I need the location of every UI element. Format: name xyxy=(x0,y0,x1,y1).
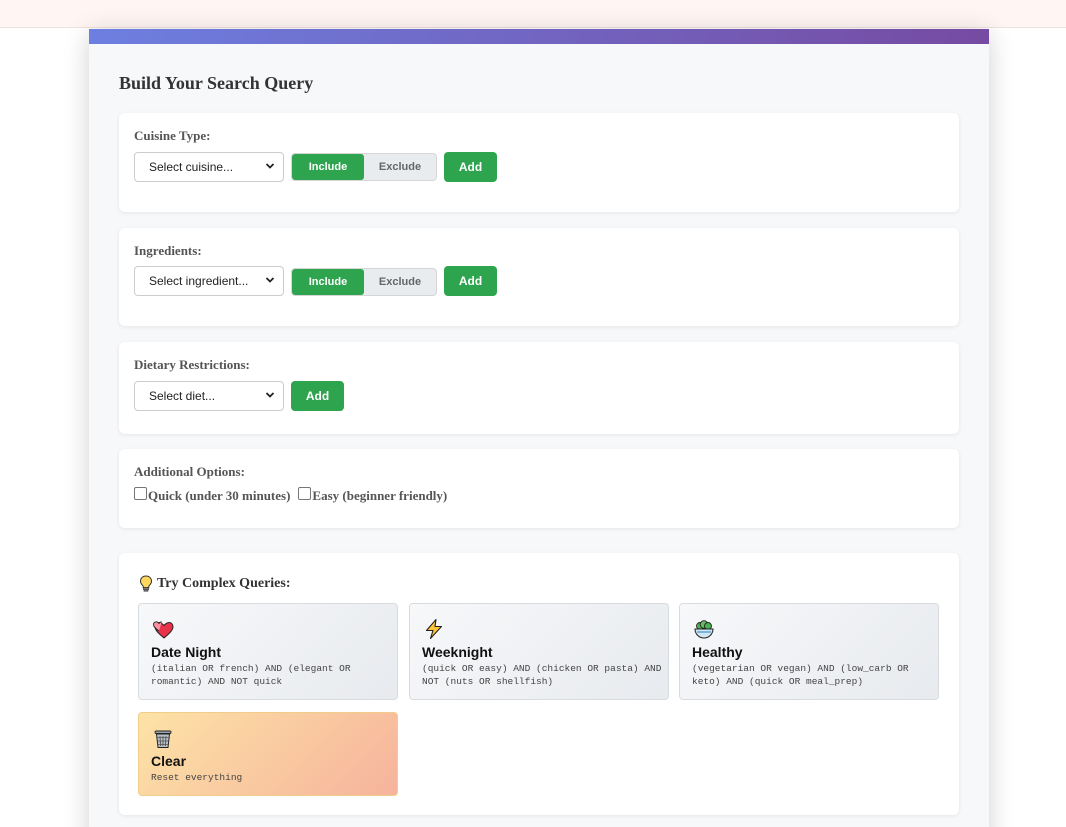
example-clear[interactable]: Clear Reset everything xyxy=(138,712,398,796)
quick-checkbox[interactable] xyxy=(134,486,147,500)
cuisine-include-exclude-toggle: Include Exclude xyxy=(291,153,437,181)
salad-icon xyxy=(694,620,714,639)
chevron-down-icon xyxy=(265,163,275,169)
example-query: (quick OR easy) AND (chicken OR pasta) A… xyxy=(422,663,662,687)
section-title: Build Your Search Query xyxy=(119,73,314,93)
examples-card: Try Complex Queries: Date Night (italian… xyxy=(119,553,959,815)
ingredient-select-value: Select ingredient... xyxy=(149,274,249,288)
chevron-down-icon xyxy=(265,392,275,398)
cuisine-include-option[interactable]: Include xyxy=(292,154,364,180)
easy-label: Easy (beginner friendly) xyxy=(312,488,448,503)
example-query: Reset everything xyxy=(151,772,243,783)
options-row: Quick (under 30 minutes) Easy (beginner … xyxy=(134,486,448,504)
search-builder-panel: Build Your Search Query Cuisine Type: Se… xyxy=(89,29,989,827)
examples-title-text: Try Complex Queries: xyxy=(157,575,291,591)
ingredients-include-exclude-toggle: Include Exclude xyxy=(291,268,437,296)
cuisine-select-value: Select cuisine... xyxy=(149,160,234,174)
example-name: Clear xyxy=(151,753,187,769)
cuisine-card: Cuisine Type: Select cuisine... Include … xyxy=(119,113,959,212)
example-name: Date Night xyxy=(151,644,221,660)
quick-label: Quick (under 30 minutes) xyxy=(148,488,291,503)
trash-icon xyxy=(154,730,172,748)
dietary-card: Dietary Restrictions: Select diet... Add xyxy=(119,342,959,434)
example-query: (italian OR french) AND (elegant OR roma… xyxy=(151,663,351,687)
lightning-icon xyxy=(425,618,443,640)
example-query: (vegetarian OR vegan) AND (low_carb OR k… xyxy=(692,663,909,687)
ingredients-add-button[interactable]: Add xyxy=(444,266,497,296)
dietary-label: Dietary Restrictions: xyxy=(134,357,250,372)
ingredient-select[interactable]: Select ingredient... xyxy=(134,266,284,296)
examples-title: Try Complex Queries: xyxy=(139,575,291,592)
cuisine-add-button[interactable]: Add xyxy=(444,152,497,182)
example-date-night[interactable]: Date Night (italian OR french) AND (eleg… xyxy=(138,603,398,700)
cuisine-exclude-option[interactable]: Exclude xyxy=(364,154,436,180)
top-band xyxy=(0,0,1066,28)
diet-select[interactable]: Select diet... xyxy=(134,381,284,411)
ingredients-include-option[interactable]: Include xyxy=(292,269,364,295)
example-name: Weeknight xyxy=(422,644,493,660)
example-name: Healthy xyxy=(692,644,743,660)
cuisine-label: Cuisine Type: xyxy=(134,128,211,143)
hearts-icon xyxy=(153,621,174,639)
lightbulb-icon xyxy=(139,575,153,592)
cuisine-select[interactable]: Select cuisine... xyxy=(134,152,284,182)
easy-checkbox[interactable] xyxy=(298,486,312,500)
example-healthy[interactable]: Healthy (vegetarian OR vegan) AND (low_c… xyxy=(679,603,939,700)
dietary-add-button[interactable]: Add xyxy=(291,381,344,411)
ingredients-label: Ingredients: xyxy=(134,243,202,258)
header-gradient-bar xyxy=(89,29,989,44)
ingredients-exclude-option[interactable]: Exclude xyxy=(364,269,436,295)
options-card: Additional Options: Quick (under 30 minu… xyxy=(119,449,959,528)
options-label: Additional Options: xyxy=(134,464,245,479)
chevron-down-icon xyxy=(265,277,275,283)
diet-select-value: Select diet... xyxy=(149,389,216,403)
ingredients-card: Ingredients: Select ingredient... Includ… xyxy=(119,228,959,326)
example-weeknight[interactable]: Weeknight (quick OR easy) AND (chicken O… xyxy=(409,603,669,700)
